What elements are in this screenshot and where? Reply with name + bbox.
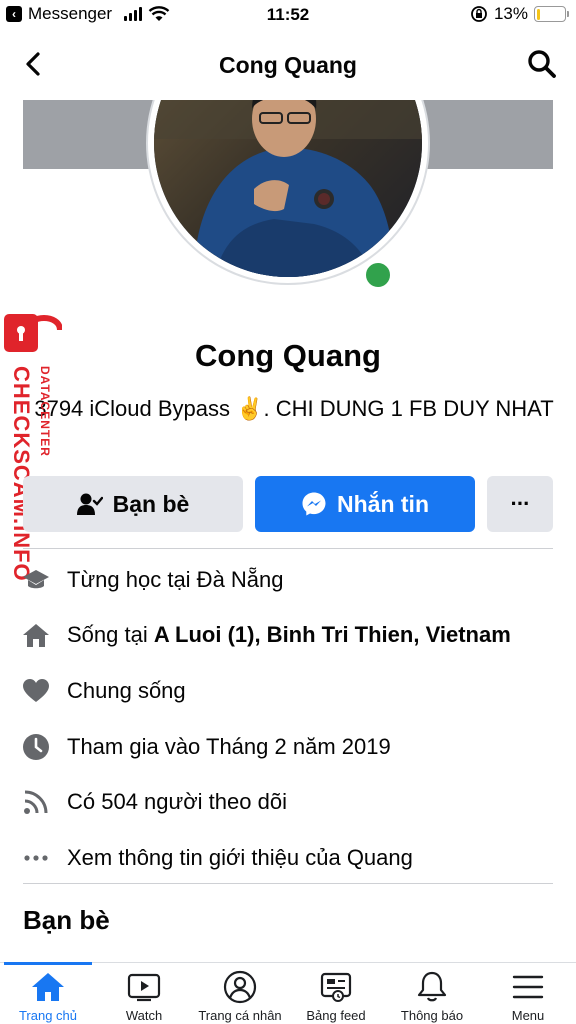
divider [23, 883, 553, 884]
tab-home[interactable]: Trang chủ [0, 963, 96, 1024]
info-row-joined: Tham gia vào Tháng 2 năm 2019 [0, 719, 576, 775]
online-status-indicator [361, 258, 395, 292]
info-text-education: Từng học tại Đà Nẵng [67, 566, 284, 592]
tab-watch[interactable]: Watch [96, 963, 192, 1024]
clock-icon [22, 733, 50, 761]
profile-icon [222, 969, 258, 1005]
avatar-photo [154, 100, 422, 277]
tab-label: Trang chủ [18, 1008, 78, 1023]
heart-icon [22, 677, 50, 705]
battery-percent: 13% [493, 4, 528, 23]
nav-header: Cong Quang [0, 36, 576, 96]
search-icon[interactable] [526, 48, 558, 80]
more-options-button[interactable]: ··· [487, 476, 553, 532]
residence-place-link[interactable]: A Luoi (1), Binh Tri Thien, Vietnam [154, 622, 511, 647]
divider [23, 548, 553, 549]
tab-label: Bảng feed [306, 1008, 366, 1023]
tab-menu[interactable]: Menu [480, 963, 576, 1024]
info-text-see-about[interactable]: Xem thông tin giới thiệu của Quang [67, 845, 413, 871]
tab-label: Menu [511, 1008, 545, 1023]
avatar-area [0, 100, 576, 312]
battery-fill [536, 8, 540, 20]
message-button-label: Nhắn tin [337, 490, 429, 517]
status-right: 13% [470, 4, 569, 24]
lock-icon [4, 314, 62, 352]
avatar[interactable] [148, 100, 428, 283]
active-tab-indicator [4, 962, 92, 965]
rotation-lock-icon [471, 6, 487, 22]
status-bar: ‹ Messenger 11:52 13% [0, 0, 576, 30]
feed-icon [318, 969, 354, 1005]
info-text-followers: Có 504 người theo dõi [67, 789, 287, 815]
page-title: Cong Quang [219, 52, 357, 78]
tab-label: Watch [125, 1008, 163, 1023]
home-icon [22, 621, 50, 649]
info-row-relationship: Chung sống [0, 663, 576, 719]
message-button[interactable]: Nhắn tin [255, 476, 475, 532]
tab-notifications[interactable]: Thông báo [384, 963, 480, 1024]
bottom-tab-bar: Trang chủ Watch Trang cá nhân Bảng feed … [0, 962, 576, 1024]
info-row-education: Từng học tại Đà Nẵng [0, 552, 576, 608]
profile-name: Cong Quang [195, 338, 381, 373]
home-icon [30, 969, 66, 1005]
graduation-cap-icon [22, 566, 50, 594]
bell-icon [414, 969, 450, 1005]
info-row-residence: Sống tại A Luoi (1), Binh Tri Thien, Vie… [0, 608, 576, 664]
friends-button-label: Bạn bè [112, 490, 190, 517]
info-row-followers: Có 504 người theo dõi [0, 774, 576, 830]
info-text-relationship: Chung sống [67, 677, 186, 703]
friends-button[interactable]: Bạn bè [23, 476, 243, 532]
info-text-residence: Sống tại A Luoi (1), Binh Tri Thien, Vie… [67, 622, 511, 648]
residence-prefix: Sống tại [67, 622, 154, 648]
watch-play-icon [126, 969, 162, 1005]
tab-label: Trang cá nhân [198, 1008, 282, 1023]
menu-icon [510, 969, 546, 1005]
tab-label: Thông báo [400, 1008, 464, 1023]
battery-icon [534, 6, 569, 22]
info-text-joined: Tham gia vào Tháng 2 năm 2019 [67, 733, 391, 759]
more-dots-icon [22, 844, 50, 872]
friends-section-title: Bạn bè [23, 905, 110, 935]
friend-check-icon [76, 493, 103, 515]
more-dots-icon: ··· [510, 491, 531, 516]
tab-feed[interactable]: Bảng feed [288, 963, 384, 1024]
rss-icon [22, 788, 50, 816]
intro-info-list: Từng học tại Đà Nẵng Sống tại A Luoi (1)… [0, 552, 576, 886]
watermark-main-text: CHECKSCAM.INFO [9, 366, 34, 582]
info-row-see-about[interactable]: Xem thông tin giới thiệu của Quang [0, 830, 576, 886]
tab-profile[interactable]: Trang cá nhân [192, 963, 288, 1024]
watermark-sub-text: DATACENTER [38, 366, 52, 457]
profile-bio: 3794 iCloud Bypass ✌️. CHI DUNG 1 FB DUY… [34, 396, 554, 421]
watermark: CHECKSCAM.INFO DATACENTER [2, 308, 62, 588]
messenger-icon [302, 492, 326, 516]
